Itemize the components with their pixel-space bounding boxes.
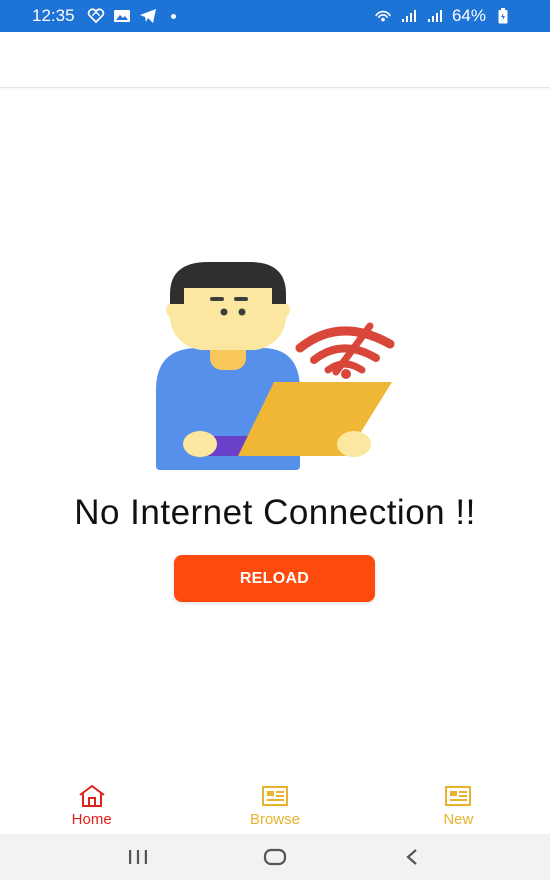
status-bar-right: 64%	[374, 6, 512, 26]
system-home-button[interactable]	[255, 842, 295, 872]
status-bar: 12:35 64%	[0, 0, 550, 32]
telegram-icon	[139, 8, 157, 24]
nav-label-new: New	[443, 811, 474, 828]
no-internet-message: No Internet Connection !!	[74, 493, 476, 532]
signal-icon	[400, 8, 418, 24]
nav-item-new[interactable]: New	[367, 778, 550, 834]
image-icon	[113, 8, 131, 24]
reload-button[interactable]: RELOAD	[174, 555, 375, 602]
nav-label-browse: Browse	[249, 811, 300, 828]
status-time: 12:35	[32, 6, 75, 25]
app-bar	[0, 32, 550, 88]
home-pill-icon	[263, 848, 287, 866]
back-chevron-icon	[405, 849, 417, 865]
bottom-navigation: Home Browse New	[0, 778, 550, 834]
newspaper-icon	[260, 784, 290, 808]
status-bar-left: 12:35	[32, 6, 176, 26]
nav-item-home[interactable]: Home	[0, 778, 183, 834]
signal-icon	[426, 8, 444, 24]
battery-percentage: 64%	[451, 6, 486, 25]
home-icon	[77, 784, 107, 808]
recents-button[interactable]	[118, 842, 158, 872]
back-button[interactable]	[392, 842, 432, 872]
system-navigation-bar	[0, 834, 550, 880]
newspaper-icon	[443, 784, 473, 808]
notification-dot-icon	[170, 13, 176, 19]
hotspot-icon	[374, 8, 392, 24]
recents-icon	[129, 850, 148, 864]
no-internet-illustration	[150, 260, 400, 475]
battery-icon	[494, 8, 512, 24]
nav-label-home: Home	[71, 811, 112, 828]
heart-wireless-icon	[87, 8, 105, 24]
nav-item-browse[interactable]: Browse	[183, 778, 366, 834]
